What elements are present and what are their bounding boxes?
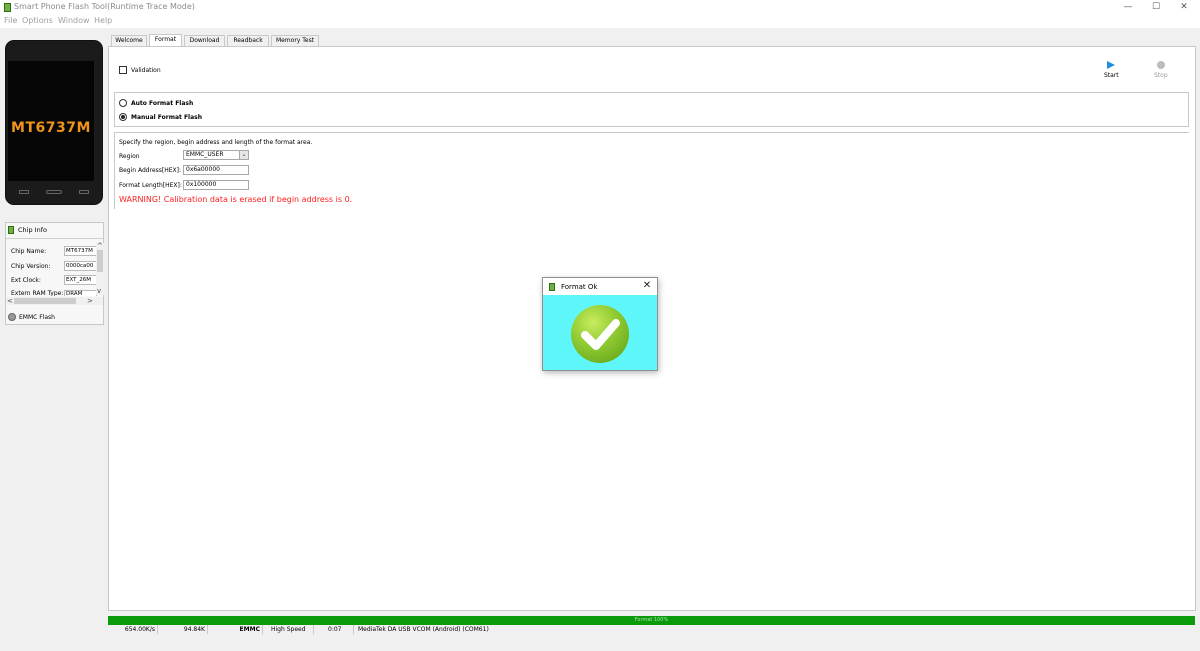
- stop-button[interactable]: Stop: [1154, 72, 1168, 79]
- close-window-button[interactable]: ✕: [1170, 0, 1198, 15]
- scroll-right-icon[interactable]: >: [87, 297, 93, 305]
- menu-options[interactable]: Options: [22, 16, 53, 25]
- chip-info-horizontal-scroll-thumb[interactable]: [14, 298, 76, 304]
- play-icon[interactable]: [1107, 61, 1115, 69]
- tab-memory-test[interactable]: Memory Test: [271, 35, 319, 46]
- extern-ram-type-value[interactable]: DRAM: [64, 290, 97, 296]
- calibration-warning: WARNING! Calibration data is erased if b…: [119, 195, 353, 204]
- auto-format-radio[interactable]: [119, 99, 127, 107]
- chip-info-header: Chip Info: [18, 226, 47, 234]
- chip-info-vertical-scroll-thumb[interactable]: [97, 250, 103, 272]
- scroll-down-icon[interactable]: v: [97, 287, 101, 295]
- tab-download[interactable]: Download: [184, 35, 225, 46]
- format-mode-group: [114, 92, 1189, 127]
- chip-version-value[interactable]: 0000ca00: [64, 261, 97, 271]
- start-button[interactable]: Start: [1104, 72, 1119, 79]
- checkmark-icon: [571, 305, 629, 363]
- progress-text: Format 100%: [634, 617, 669, 623]
- window-title: Smart Phone Flash Tool(Runtime Trace Mod…: [14, 2, 195, 11]
- chip-name-label: Chip Name:: [11, 248, 47, 255]
- scroll-up-icon[interactable]: ^: [97, 242, 103, 250]
- status-port: MediaTek DA USB VCOM (Android) (COM61): [358, 626, 489, 633]
- auto-format-label: Auto Format Flash: [131, 100, 194, 107]
- phone-home-key-icon: [46, 190, 62, 194]
- region-label: Region: [119, 153, 140, 160]
- menu-help[interactable]: Help: [94, 16, 112, 25]
- manual-format-label: Manual Format Flash: [131, 114, 202, 121]
- validation-label: Validation: [131, 67, 161, 74]
- begin-address-input[interactable]: 0x6a00000: [183, 165, 249, 175]
- status-time: 0:07: [314, 625, 354, 634]
- chevron-down-icon[interactable]: ⌄: [239, 151, 248, 159]
- menu-file[interactable]: File: [4, 16, 17, 25]
- status-size: 94.84K: [158, 625, 208, 634]
- minimize-button[interactable]: —: [1114, 0, 1142, 15]
- status-speed: 654.00K/s: [108, 625, 158, 634]
- dialog-close-button[interactable]: ✕: [640, 280, 654, 292]
- phone-back-key-icon: [79, 190, 89, 194]
- maximize-button[interactable]: ☐: [1142, 0, 1170, 15]
- flash-tool-icon: [4, 3, 11, 12]
- status-storage: EMMC: [208, 625, 263, 634]
- flash-tool-icon: [549, 283, 555, 291]
- chip-info-icon: [8, 226, 14, 234]
- emmc-flash-label: EMMC Flash: [19, 314, 55, 321]
- tab-welcome[interactable]: Welcome: [111, 35, 147, 46]
- format-length-input[interactable]: 0x100000: [183, 180, 249, 190]
- phone-model-label: MT6737M: [11, 120, 91, 136]
- scroll-left-icon[interactable]: <: [7, 297, 13, 305]
- ext-clock-label: Ext Clock:: [11, 277, 41, 284]
- menu-window[interactable]: Window: [58, 16, 90, 25]
- format-length-label: Format Length[HEX]:: [119, 182, 182, 189]
- phone-menu-key-icon: [19, 190, 29, 194]
- extern-ram-type-label: Extern RAM Type:: [11, 290, 64, 296]
- menu-bar: [0, 15, 1200, 28]
- chip-version-label: Chip Version:: [11, 263, 51, 270]
- ext-clock-value[interactable]: EXT_26M: [64, 275, 97, 285]
- dialog-title: Format Ok: [561, 283, 598, 291]
- tab-readback[interactable]: Readback: [227, 35, 269, 46]
- status-mode: High Speed: [263, 625, 314, 634]
- manual-format-radio-selected: [121, 115, 125, 119]
- validation-checkbox[interactable]: [119, 66, 127, 74]
- format-instructions: Specify the region, begin address and le…: [119, 139, 313, 146]
- stop-icon[interactable]: [1157, 61, 1165, 69]
- chip-name-value[interactable]: MT6737M: [64, 246, 97, 256]
- chip-info-divider: [6, 238, 103, 239]
- gear-icon: [8, 313, 16, 321]
- begin-address-label: Begin Address[HEX]:: [119, 167, 182, 174]
